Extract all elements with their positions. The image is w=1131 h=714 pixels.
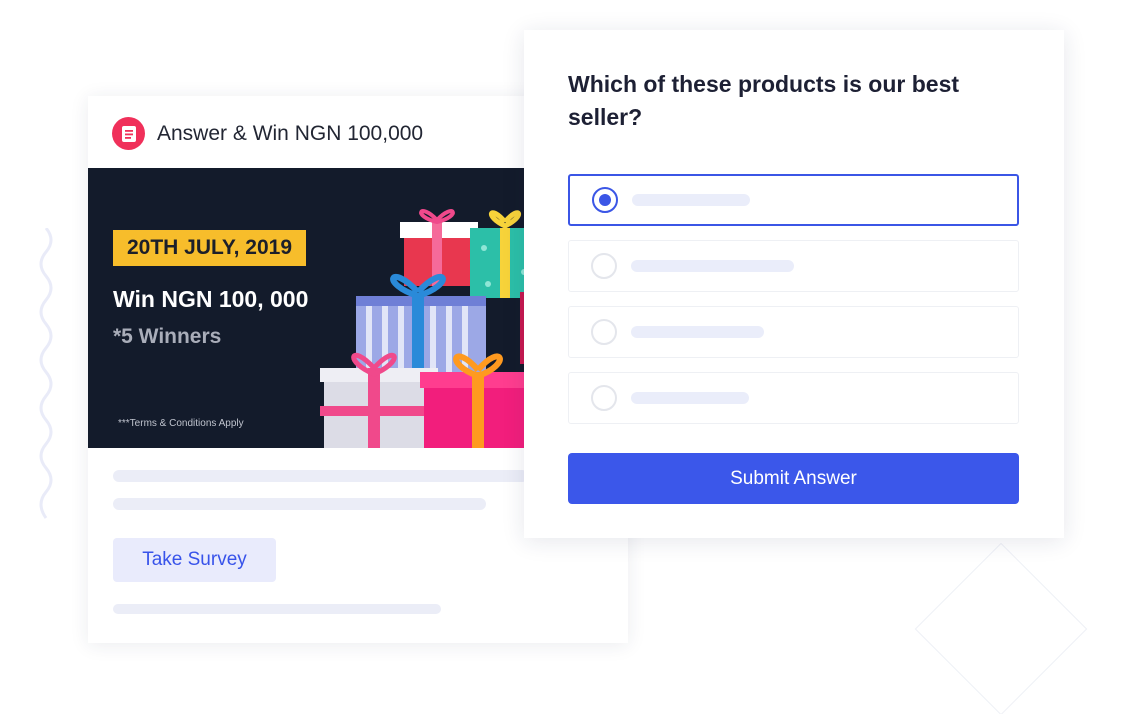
question-text: Which of these products is our best sell… [568,71,960,130]
radio-selected-icon[interactable] [592,187,618,213]
diamond-decoration [914,542,1088,714]
option-label-placeholder [631,392,749,404]
survey-header: Answer & Win NGN 100,000 [112,117,423,150]
radio-empty-icon[interactable] [591,319,617,345]
answer-option-4[interactable] [568,372,1019,424]
clipboard-list-icon [112,117,145,150]
winners-text: *5 Winners [113,325,222,348]
option-label-placeholder [632,194,750,206]
prize-text: Win NGN 100, 000 [113,286,309,312]
answer-option-1[interactable] [568,174,1019,226]
option-label-placeholder [631,326,764,338]
submit-answer-button[interactable]: Submit Answer [568,453,1019,504]
date-badge: 20TH JULY, 2019 [113,230,306,266]
question-card: Which of these products is our best sell… [524,30,1064,538]
radio-empty-icon[interactable] [591,253,617,279]
survey-title: Answer & Win NGN 100,000 [157,121,424,145]
answer-option-2[interactable] [568,240,1019,292]
take-survey-button[interactable]: Take Survey [113,538,276,582]
placeholder-line [113,470,528,482]
placeholder-line [113,604,441,614]
placeholder-line [113,498,486,510]
wavy-line-decoration [39,228,53,519]
terms-text: ***Terms & Conditions Apply [118,418,244,429]
option-label-placeholder [631,260,794,272]
radio-empty-icon[interactable] [591,385,617,411]
answer-option-3[interactable] [568,306,1019,358]
